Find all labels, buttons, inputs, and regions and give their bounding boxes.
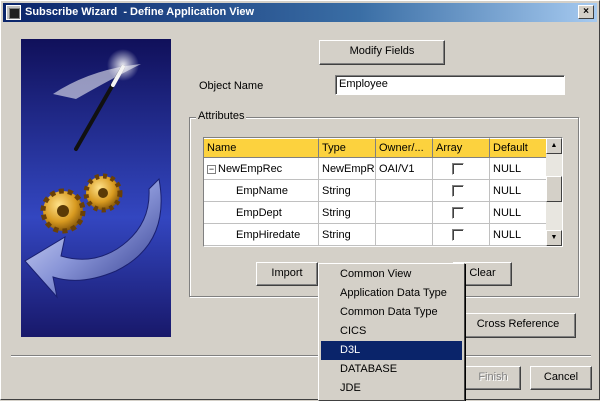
- menu-item-common-view[interactable]: Common View: [321, 265, 462, 284]
- attribute-owner: [376, 202, 433, 224]
- wizard-illustration: [24, 49, 162, 299]
- menu-item-application-data-type[interactable]: Application Data Type: [321, 284, 462, 303]
- attribute-type: String: [319, 202, 376, 224]
- scroll-up-icon[interactable]: ▲: [546, 138, 562, 154]
- cancel-button[interactable]: Cancel: [530, 366, 592, 390]
- array-checkbox[interactable]: [452, 185, 464, 197]
- column-header-name[interactable]: Name: [204, 138, 319, 158]
- wizard-window: Subscribe Wizard - Define Application Vi…: [0, 0, 600, 401]
- import-type-menu: Common View Application Data Type Common…: [318, 263, 465, 401]
- attribute-owner: [376, 180, 433, 202]
- menu-item-d3l[interactable]: D3L: [321, 341, 462, 360]
- array-checkbox[interactable]: [452, 207, 464, 219]
- array-checkbox[interactable]: [452, 163, 464, 175]
- table-header: Name Type Owner/... Array Default: [204, 138, 547, 158]
- scroll-down-icon[interactable]: ▼: [546, 230, 562, 246]
- attribute-owner: [376, 224, 433, 246]
- cross-reference-button[interactable]: Cross Reference: [460, 313, 576, 338]
- app-icon: [6, 5, 21, 20]
- close-button[interactable]: ×: [578, 5, 594, 19]
- attribute-default: NULL: [490, 224, 547, 246]
- attribute-type: NewEmpRec: [319, 158, 376, 180]
- menu-item-cics[interactable]: CICS: [321, 322, 462, 341]
- wizard-banner-image: [21, 39, 171, 337]
- attribute-default: NULL: [490, 202, 547, 224]
- attribute-type: String: [319, 180, 376, 202]
- attribute-type: String: [319, 224, 376, 246]
- attributes-group-label: Attributes: [196, 110, 247, 122]
- import-button[interactable]: Import: [256, 262, 318, 286]
- table-row[interactable]: −NewEmpRec NewEmpRec OAI/V1 NULL: [204, 158, 547, 180]
- gear-icon-secondary: [83, 173, 123, 213]
- scroll-thumb[interactable]: [546, 176, 562, 202]
- table-scrollbar[interactable]: ▲ ▼: [546, 138, 562, 246]
- gear-icon: [40, 188, 86, 234]
- attribute-name: EmpDept: [204, 202, 319, 224]
- column-header-type[interactable]: Type: [319, 138, 376, 158]
- table-row[interactable]: EmpDept String NULL: [204, 202, 547, 224]
- attribute-name: NewEmpRec: [218, 163, 283, 175]
- column-header-owner[interactable]: Owner/...: [376, 138, 433, 158]
- finish-button[interactable]: Finish: [465, 366, 521, 390]
- modify-fields-button[interactable]: Modify Fields: [319, 40, 445, 65]
- attribute-default: NULL: [490, 180, 547, 202]
- menu-item-jde[interactable]: JDE: [321, 379, 462, 398]
- column-header-default[interactable]: Default: [490, 138, 547, 158]
- attribute-name: EmpName: [204, 180, 319, 202]
- table-row[interactable]: EmpName String NULL: [204, 180, 547, 202]
- title-bar[interactable]: Subscribe Wizard - Define Application Vi…: [3, 3, 597, 22]
- window-title: Subscribe Wizard - Define Application Vi…: [25, 6, 255, 18]
- array-checkbox[interactable]: [452, 229, 464, 241]
- menu-item-common-data-type[interactable]: Common Data Type: [321, 303, 462, 322]
- attribute-default: NULL: [490, 158, 547, 180]
- attribute-name: EmpHiredate: [204, 224, 319, 246]
- tree-collapse-icon[interactable]: −: [207, 164, 216, 174]
- attribute-owner: OAI/V1: [376, 158, 433, 180]
- menu-item-database[interactable]: DATABASE: [321, 360, 462, 379]
- column-header-array[interactable]: Array: [433, 138, 490, 158]
- footer-separator: [11, 355, 591, 357]
- table-row[interactable]: EmpHiredate String NULL: [204, 224, 547, 246]
- object-name-label: Object Name: [199, 80, 264, 92]
- object-name-input[interactable]: Employee: [335, 75, 565, 95]
- attributes-table: Name Type Owner/... Array Default − NewEm…: [203, 137, 563, 247]
